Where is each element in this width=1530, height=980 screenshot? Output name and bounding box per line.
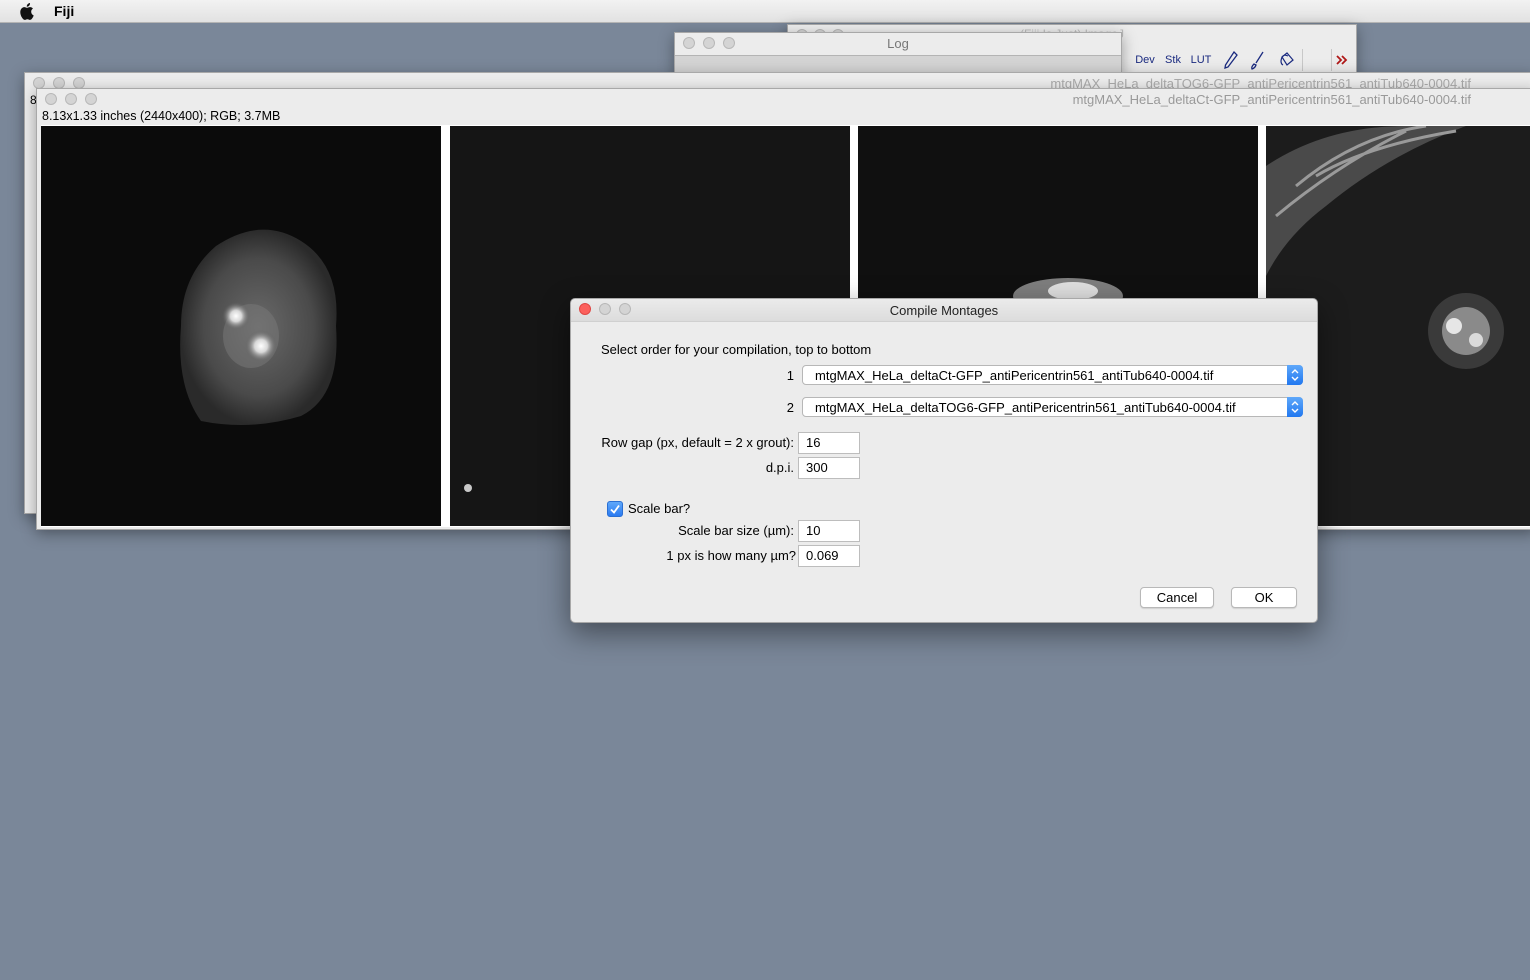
scale-bar-checkbox[interactable] <box>607 501 623 517</box>
scale-bar-size-label: Scale bar size (µm): <box>678 523 794 538</box>
dpi-label: d.p.i. <box>765 460 794 475</box>
px-size-input[interactable]: 0.069 <box>798 545 860 567</box>
select-arrows-icon <box>1287 397 1303 417</box>
instruction-text: Select order for your compilation, top t… <box>601 342 872 357</box>
flood-fill-icon[interactable] <box>1273 49 1299 71</box>
scale-bar-size-input[interactable]: 10 <box>798 520 860 542</box>
image-info-text: 8.13x1.33 inches (2440x400); RGB; 3.7MB <box>42 109 281 123</box>
log-window: Log <box>674 32 1122 76</box>
log-window-title: Log <box>887 36 909 51</box>
more-tools-icon[interactable] <box>1329 49 1355 71</box>
cancel-button[interactable]: Cancel <box>1140 587 1214 608</box>
lut-tool-button[interactable]: LUT <box>1188 49 1214 71</box>
dialog-title: Compile Montages <box>889 303 999 318</box>
select-arrows-icon <box>1287 365 1303 385</box>
scale-bar-label[interactable]: Scale bar? <box>628 501 690 516</box>
order-index-2: 2 <box>786 400 794 415</box>
apple-logo-icon[interactable] <box>20 2 36 20</box>
order-select-1[interactable]: mtgMAX_HeLa_deltaCt-GFP_antiPericentrin5… <box>802 365 1303 385</box>
row-gap-label: Row gap (px, default = 2 x grout): <box>601 435 794 450</box>
dialog-titlebar: Compile Montages <box>571 299 1317 322</box>
menu-bar: Fiji <box>0 0 1530 23</box>
app-name-menu[interactable]: Fiji <box>54 3 74 19</box>
dpi-input[interactable]: 300 <box>798 457 860 479</box>
checkmark-icon <box>610 504 620 514</box>
brush-icon[interactable] <box>1245 49 1271 71</box>
row-gap-input[interactable]: 16 <box>798 432 860 454</box>
empty-tool-slot[interactable] <box>1302 49 1332 71</box>
ok-button[interactable]: OK <box>1231 587 1297 608</box>
compile-montages-dialog: Compile Montages Select order for your c… <box>570 298 1318 623</box>
px-size-label: 1 px is how many µm? <box>666 548 796 563</box>
image-window-title: mtgMAX_HeLa_deltaCt-GFP_antiPericentrin5… <box>1072 92 1471 107</box>
zoom-dot-icon[interactable] <box>85 93 97 105</box>
stk-tool-button[interactable]: Stk <box>1160 49 1186 71</box>
minimize-dot-icon[interactable] <box>65 93 77 105</box>
pencil-icon[interactable] <box>1218 49 1244 71</box>
order-index-1: 1 <box>786 368 794 383</box>
dev-tool-button[interactable]: Dev <box>1132 49 1158 71</box>
close-dot-icon[interactable] <box>45 93 57 105</box>
montage-panel-gfp <box>41 126 441 526</box>
order-select-1-value: mtgMAX_HeLa_deltaCt-GFP_antiPericentrin5… <box>815 368 1214 383</box>
order-select-2[interactable]: mtgMAX_HeLa_deltaTOG6-GFP_antiPericentri… <box>802 397 1303 417</box>
order-select-2-value: mtgMAX_HeLa_deltaTOG6-GFP_antiPericentri… <box>815 400 1236 415</box>
